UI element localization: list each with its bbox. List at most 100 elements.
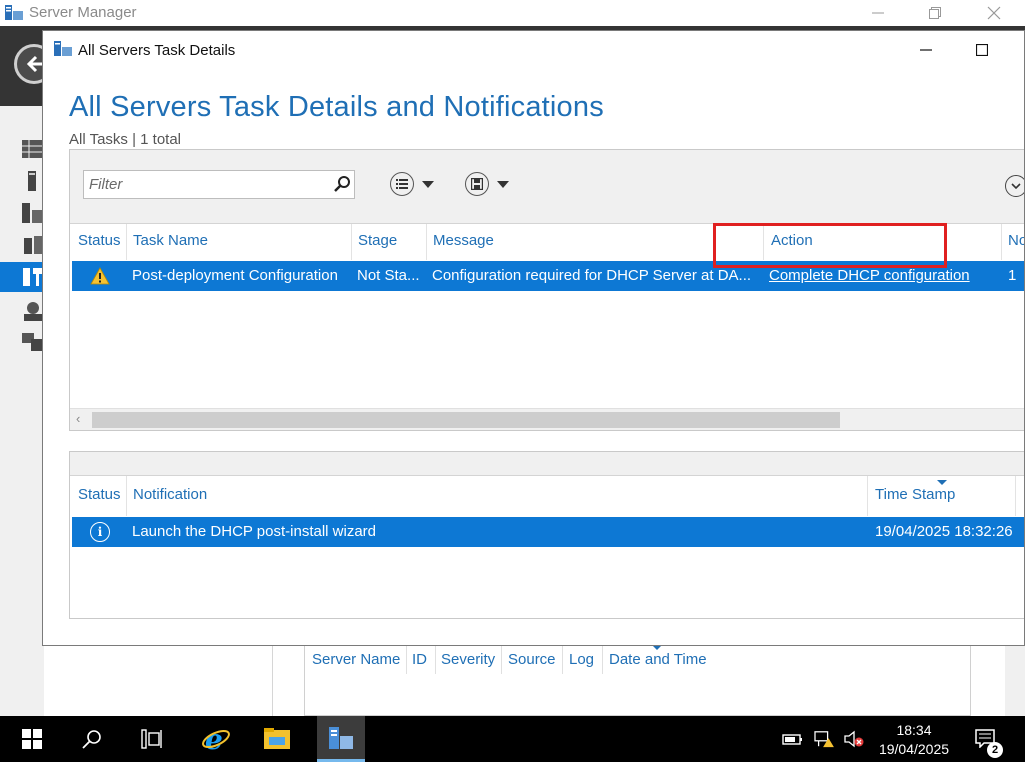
filter-input[interactable] (83, 170, 355, 199)
remote-desktop-icon[interactable] (22, 330, 44, 352)
info-icon: i (90, 522, 110, 542)
server-manager-titlebar: Server Manager (0, 0, 1025, 26)
minimize-icon (920, 49, 932, 51)
scroll-left-icon[interactable]: ‹ (76, 411, 80, 426)
col-notification[interactable]: Notification (133, 486, 207, 503)
events-col-date-time[interactable]: Date and Time (609, 651, 707, 668)
iis-icon[interactable] (22, 300, 44, 322)
dhcp-icon (23, 268, 42, 286)
notification-count-badge: 2 (987, 742, 1003, 758)
sort-indicator-icon (653, 646, 661, 650)
col-separator (867, 476, 868, 516)
list-icon (390, 172, 414, 196)
dialog-minimize-button[interactable] (911, 37, 941, 63)
chevron-down-icon (497, 180, 509, 188)
sort-indicator-icon (937, 480, 947, 485)
events-col-id[interactable]: ID (412, 651, 427, 668)
start-button[interactable] (8, 716, 56, 762)
panel-divider (272, 646, 273, 716)
server-manager-title: Server Manager (29, 4, 137, 21)
col-message[interactable]: Message (433, 232, 494, 249)
events-col-severity[interactable]: Severity (441, 651, 495, 668)
dhcp-nav-item[interactable] (0, 262, 44, 292)
restore-button[interactable] (912, 0, 958, 26)
col-notifications[interactable]: No (1008, 232, 1024, 249)
notification-text-cell: Launch the DHCP post-install wizard (132, 523, 377, 540)
clock-date: 19/04/2025 (878, 741, 950, 757)
task-view-icon (141, 729, 162, 749)
dialog-maximize-button[interactable] (967, 37, 997, 63)
col-task-name[interactable]: Task Name (133, 232, 208, 249)
warning-icon (90, 267, 110, 285)
notifications-panel: Status Notification Time Stamp i Launch … (69, 451, 1024, 619)
notifications-table-header: Status Notification Time Stamp (70, 476, 1024, 516)
chevron-down-icon (1011, 183, 1021, 189)
events-grid: Server Name ID Severity Source Log Date … (304, 646, 971, 716)
dashboard-icon[interactable] (22, 138, 44, 160)
scrollbar-thumb[interactable] (92, 412, 840, 428)
search-button[interactable] (68, 716, 116, 762)
windows-logo-icon (22, 729, 42, 749)
server-manager-taskbar-button[interactable] (317, 716, 365, 762)
task-view-button[interactable] (128, 716, 176, 762)
horizontal-scrollbar[interactable]: ‹ (70, 408, 1024, 430)
save-icon (465, 172, 489, 196)
col-status[interactable]: Status (78, 232, 121, 249)
tasks-toolbar (70, 150, 1024, 224)
search-icon[interactable] (332, 174, 352, 194)
minimize-button[interactable] (855, 0, 901, 26)
complete-dhcp-configuration-link[interactable]: Complete DHCP configuration (769, 267, 970, 284)
dialog-title: All Servers Task Details (78, 42, 236, 59)
col-separator (435, 646, 436, 674)
events-col-log[interactable]: Log (569, 651, 594, 668)
stage-cell: Not Sta... (357, 267, 420, 284)
clock[interactable]: 18:34 19/04/2025 (862, 721, 966, 759)
server-manager-sidebar (0, 106, 44, 716)
maximize-icon (976, 44, 988, 56)
notification-row[interactable]: i Launch the DHCP post-install wizard 19… (72, 517, 1024, 547)
task-count: All Tasks | 1 total (69, 131, 182, 148)
clock-time: 18:34 (896, 722, 932, 738)
action-highlight-box (713, 223, 947, 268)
task-name-cell: Post-deployment Configuration (132, 267, 338, 284)
taskbar: e 18:34 19/04/2025 2 (0, 716, 1025, 762)
local-server-icon[interactable] (26, 170, 38, 192)
close-icon (987, 6, 1001, 20)
all-servers-icon[interactable] (22, 202, 44, 224)
events-col-source[interactable]: Source (508, 651, 556, 668)
network-warning-icon[interactable] (812, 730, 836, 748)
notification-count-cell: 1 (1008, 267, 1017, 284)
search-icon (82, 730, 101, 749)
vertical-scrollbar[interactable] (1005, 646, 1025, 716)
col-separator (501, 646, 502, 674)
col-separator (562, 646, 563, 674)
col-separator (602, 646, 603, 674)
col-separator (406, 646, 407, 674)
server-manager-icon (329, 726, 353, 749)
close-button[interactable] (971, 0, 1017, 26)
dialog-titlebar: All Servers Task Details (43, 31, 1024, 69)
save-query-button[interactable] (465, 171, 509, 197)
timestamp-cell: 19/04/2025 18:32:26 (875, 523, 1013, 540)
minimize-icon (872, 12, 884, 14)
expand-button[interactable] (1005, 175, 1024, 197)
tasks-panel: Status Task Name Stage Message Action No (69, 149, 1024, 431)
restore-icon (929, 7, 941, 19)
internet-explorer-button[interactable]: e (192, 716, 240, 762)
battery-icon[interactable] (782, 730, 804, 748)
view-options-button[interactable] (390, 171, 434, 197)
col-stage[interactable]: Stage (358, 232, 397, 249)
server-manager-app-icon (5, 5, 23, 20)
message-cell: Configuration required for DHCP Server a… (432, 267, 752, 284)
col-notif-status[interactable]: Status (78, 486, 121, 503)
col-separator (351, 224, 352, 260)
notifications-toolbar (70, 452, 1024, 476)
col-separator (426, 224, 427, 260)
col-separator (1001, 224, 1002, 260)
col-time-stamp[interactable]: Time Stamp (875, 486, 955, 503)
events-col-server-name[interactable]: Server Name (312, 651, 400, 668)
svg-text:e: e (205, 724, 223, 754)
file-explorer-button[interactable] (253, 716, 301, 762)
file-storage-icon[interactable] (22, 234, 44, 256)
col-separator (126, 476, 127, 516)
